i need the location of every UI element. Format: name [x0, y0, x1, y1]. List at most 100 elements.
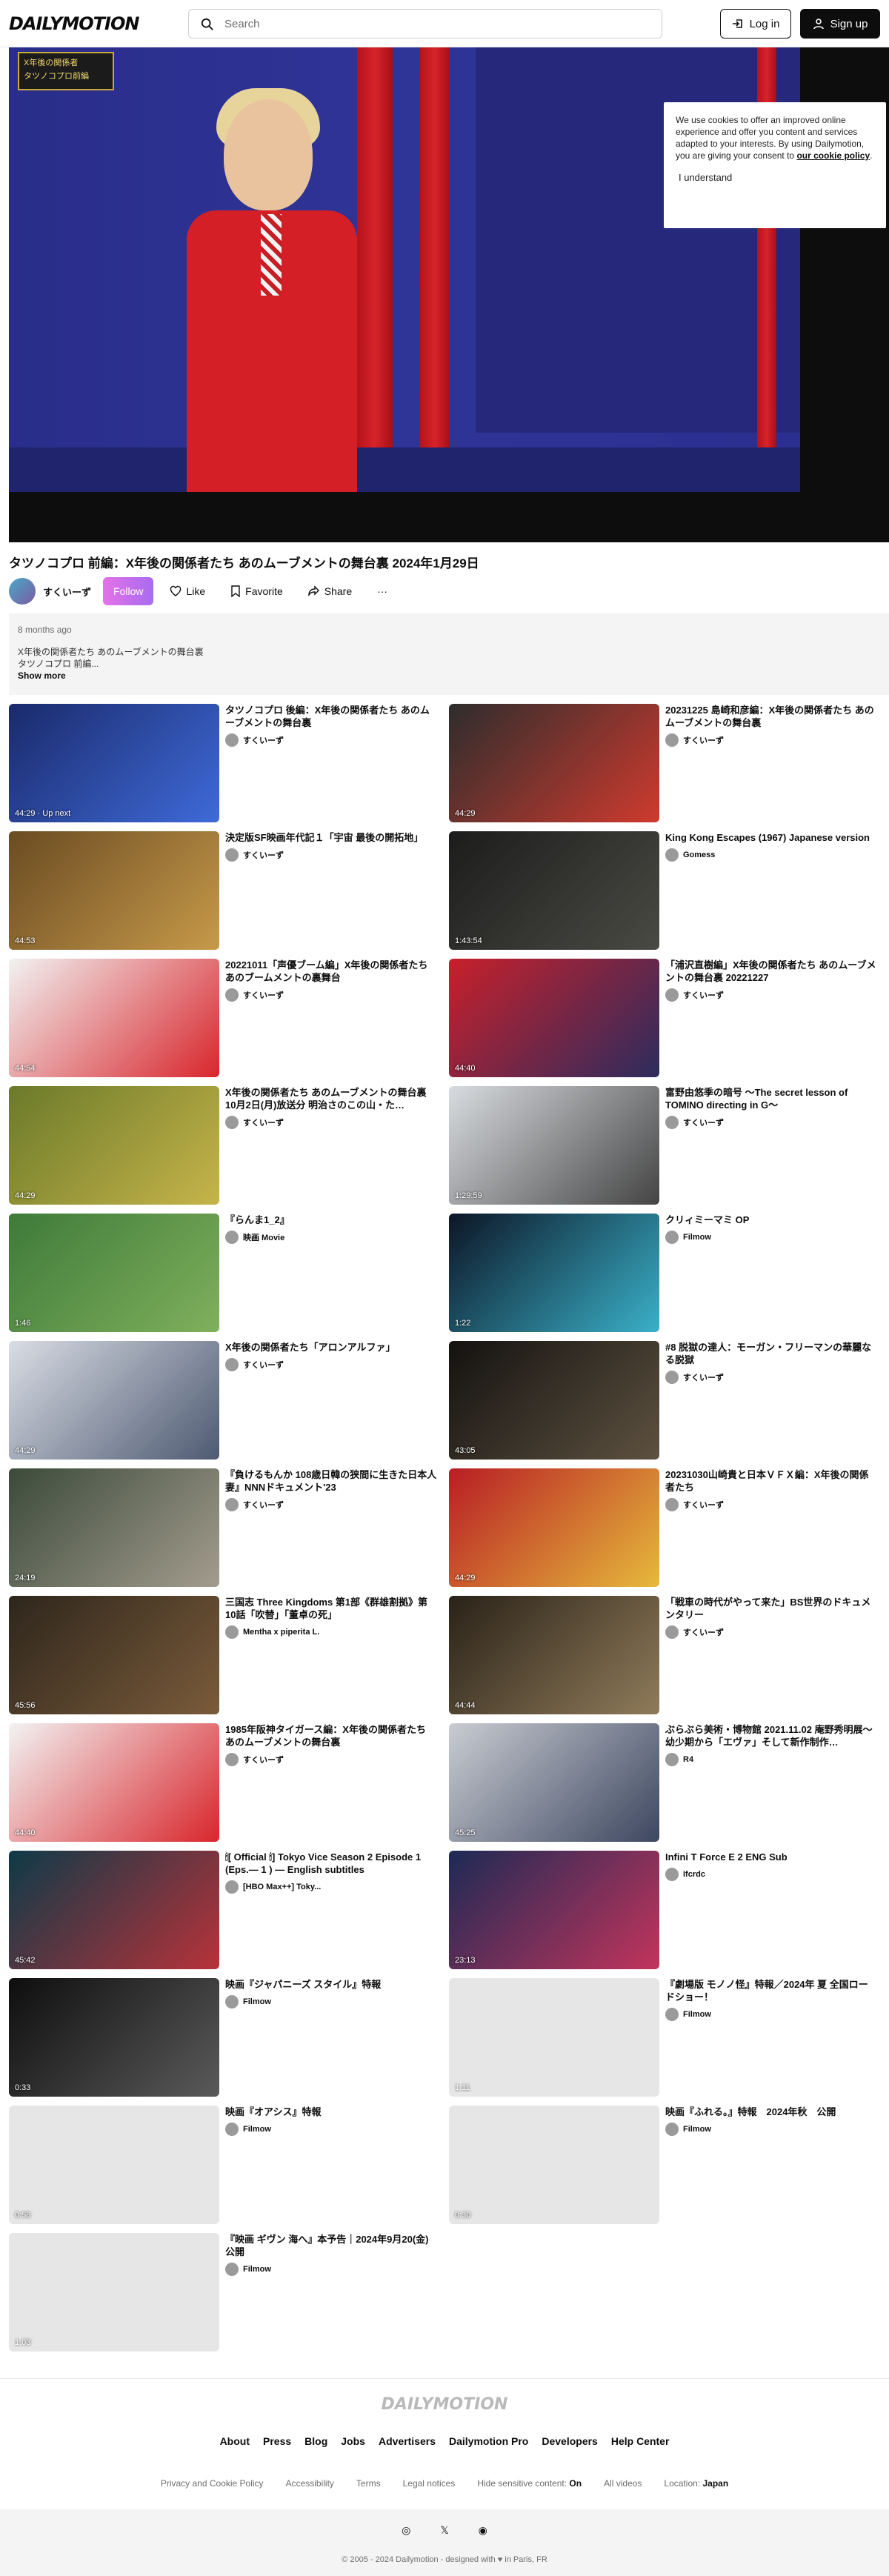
- video-card-title[interactable]: 三国志 Three Kingdoms 第1部《群雄割拠》第10話「吹替」「董卓の…: [225, 1596, 437, 1621]
- x-icon[interactable]: 𝕏: [440, 2524, 448, 2537]
- video-card-title[interactable]: 『映画 ギヴン 海へ』本予告｜2024年9月20(金)公開: [225, 2233, 437, 2258]
- video-card-title[interactable]: X年後の関係者たち「アロンアルファ」: [225, 1341, 437, 1354]
- video-owner[interactable]: Filmow: [225, 1995, 437, 2008]
- video-owner[interactable]: すくいーず: [665, 733, 877, 747]
- video-card[interactable]: 44:54 20221011「声優ブーム編」X年後の関係者たち あのブームメントの…: [9, 959, 440, 1077]
- video-thumbnail[interactable]: 44:29: [449, 704, 659, 822]
- accessibility-link[interactable]: Accessibility: [286, 2478, 334, 2489]
- privacy-link[interactable]: Privacy and Cookie Policy: [161, 2478, 264, 2489]
- footer-link-advertisers[interactable]: Advertisers: [379, 2435, 436, 2447]
- video-card-title[interactable]: 映画『オアシス』特報: [225, 2106, 437, 2118]
- footer-link-help[interactable]: Help Center: [611, 2435, 670, 2447]
- video-owner[interactable]: すくいーず: [225, 1358, 437, 1371]
- video-card[interactable]: 1:46 『らんま1_2』 映画 Movie: [9, 1214, 440, 1332]
- video-card[interactable]: 44:40 1985年阪神タイガース編：X年後の関係者たち あのムーブメントの舞台…: [9, 1723, 440, 1842]
- video-card[interactable]: 0:30 映画『ふれる。』特報 2024年秋 公開 Filmow: [449, 2106, 880, 2224]
- video-thumbnail[interactable]: 24:19: [9, 1468, 219, 1587]
- video-card[interactable]: 45:25 ぶらぶら美術・博物館 2021.11.02 庵野秀明展〜幼少期から「エ…: [449, 1723, 880, 1842]
- video-card-title[interactable]: 映画『ふれる。』特報 2024年秋 公開: [665, 2106, 877, 2118]
- video-card-title[interactable]: 20231225 島崎和彦編：X年後の関係者たち あのムーブメントの舞台裏: [665, 704, 877, 729]
- facebook-icon[interactable]: ◎: [402, 2524, 410, 2537]
- login-button[interactable]: Log in: [720, 9, 791, 39]
- video-card-title[interactable]: 『劇場版 モノノ怪』特報／2024年 夏 全国ロードショー！: [665, 1978, 877, 2003]
- video-thumbnail[interactable]: 44:53: [9, 831, 219, 950]
- video-card[interactable]: 1:29:59 富野由悠季の暗号 〜The secret lesson of TO…: [449, 1086, 880, 1205]
- video-thumbnail[interactable]: 23:13: [449, 1851, 659, 1969]
- video-card[interactable]: 1:11 『劇場版 モノノ怪』特報／2024年 夏 全国ロードショー！ Filmow: [449, 1978, 880, 2097]
- video-thumbnail[interactable]: 0:30: [449, 2106, 659, 2224]
- video-card-title[interactable]: Infini T Force E 2 ENG Sub: [665, 1851, 877, 1863]
- follow-button[interactable]: Follow: [103, 577, 154, 605]
- video-owner[interactable]: Ifcrdc: [665, 1868, 877, 1881]
- video-card[interactable]: 23:13 Infini T Force E 2 ENG Sub Ifcrdc: [449, 1851, 880, 1969]
- more-options-button[interactable]: ···: [368, 577, 396, 605]
- footer-logo[interactable]: DAILYMOTION: [0, 2395, 889, 2414]
- sensitive-content-toggle[interactable]: Hide sensitive content: On: [477, 2478, 582, 2489]
- footer-link-blog[interactable]: Blog: [304, 2435, 327, 2447]
- footer-link-pro[interactable]: Dailymotion Pro: [449, 2435, 528, 2447]
- cookie-policy-link[interactable]: our cookie policy: [796, 150, 870, 161]
- signup-button[interactable]: Sign up: [800, 9, 880, 39]
- video-card-title[interactable]: #8 脱獄の達人：モーガン・フリーマンの華麗なる脱獄: [665, 1341, 877, 1366]
- video-owner[interactable]: すくいーず: [225, 848, 437, 862]
- video-owner[interactable]: Mentha x piperita L.: [225, 1625, 437, 1639]
- legal-link[interactable]: Legal notices: [403, 2478, 456, 2489]
- video-thumbnail[interactable]: 1:22: [449, 1214, 659, 1332]
- video-thumbnail[interactable]: 1:46: [9, 1214, 219, 1332]
- video-thumbnail[interactable]: 1:03: [9, 2233, 219, 2352]
- video-card[interactable]: 45:42 🕯[ Official 🕯] Tokyo Vice Season 2 …: [9, 1851, 440, 1969]
- video-card[interactable]: 1:22 クリィミーマミ OP Filmow: [449, 1214, 880, 1332]
- video-card-title[interactable]: 富野由悠季の暗号 〜The secret lesson of TOMINO di…: [665, 1086, 877, 1111]
- channel-name[interactable]: すくいーず: [43, 585, 91, 599]
- video-card-title[interactable]: 20231030山崎貴と日本ＶＦＸ編：X年後の関係者たち: [665, 1468, 877, 1494]
- video-owner[interactable]: 映画 Movie: [225, 1231, 437, 1244]
- video-card[interactable]: 45:56 三国志 Three Kingdoms 第1部《群雄割拠》第10話「吹替…: [9, 1596, 440, 1714]
- video-thumbnail[interactable]: 44:54: [9, 959, 219, 1077]
- footer-link-developers[interactable]: Developers: [542, 2435, 597, 2447]
- video-owner[interactable]: すくいーず: [225, 1753, 437, 1766]
- video-thumbnail[interactable]: 45:25: [449, 1723, 659, 1842]
- video-thumbnail[interactable]: 44:44: [449, 1596, 659, 1714]
- video-card[interactable]: 44:29 20231030山崎貴と日本ＶＦＸ編：X年後の関係者たちすくいーず: [449, 1468, 880, 1587]
- video-card-title[interactable]: 決定版SF映画年代記１「宇宙 最後の開拓地」: [225, 831, 437, 844]
- video-card[interactable]: 24:19 『負けるもんか 108歳日韓の狭間に生きた日本人妻』NNNドキュメント…: [9, 1468, 440, 1587]
- video-card-title[interactable]: 『らんま1_2』: [225, 1214, 437, 1226]
- video-owner[interactable]: すくいーず: [665, 988, 877, 1002]
- video-card-title[interactable]: 「戦車の時代がやって来た」BS世界のドキュメンタリー: [665, 1596, 877, 1621]
- video-card[interactable]: 43:05 #8 脱獄の達人：モーガン・フリーマンの華麗なる脱獄すくいーず: [449, 1341, 880, 1460]
- video-card[interactable]: 1:43:54 King Kong Escapes (1967) Japanese…: [449, 831, 880, 950]
- video-owner[interactable]: すくいーず: [225, 1116, 437, 1129]
- video-card[interactable]: 0:58 映画『オアシス』特報 Filmow: [9, 2106, 440, 2224]
- video-owner[interactable]: すくいーず: [225, 1498, 437, 1511]
- instagram-icon[interactable]: ◉: [479, 2524, 487, 2537]
- search-box[interactable]: Search: [188, 9, 662, 39]
- video-thumbnail[interactable]: 44:29: [449, 1468, 659, 1587]
- location-selector[interactable]: Location: Japan: [664, 2478, 728, 2489]
- video-card[interactable]: 1:03 『映画 ギヴン 海へ』本予告｜2024年9月20(金)公開 Filmow: [9, 2233, 440, 2352]
- video-owner[interactable]: すくいーず: [225, 988, 437, 1002]
- video-card-title[interactable]: 映画『ジャパニーズ スタイル』特報: [225, 1978, 437, 1991]
- favorite-button[interactable]: Favorite: [222, 577, 292, 605]
- video-thumbnail[interactable]: 45:56: [9, 1596, 219, 1714]
- video-owner[interactable]: Gomess: [665, 848, 877, 862]
- video-card-title[interactable]: King Kong Escapes (1967) Japanese versio…: [665, 831, 877, 844]
- video-owner[interactable]: すくいーず: [665, 1371, 877, 1384]
- video-card[interactable]: 44:44 「戦車の時代がやって来た」BS世界のドキュメンタリー すくいーず: [449, 1596, 880, 1714]
- video-owner[interactable]: すくいーず: [665, 1498, 877, 1511]
- footer-link-press[interactable]: Press: [263, 2435, 291, 2447]
- video-card[interactable]: 44:29 20231225 島崎和彦編：X年後の関係者たち あのムーブメントの舞…: [449, 704, 880, 822]
- video-card-title[interactable]: 1985年阪神タイガース編：X年後の関係者たち あのムーブメントの舞台裏: [225, 1723, 437, 1748]
- video-thumbnail[interactable]: 1:29:59: [449, 1086, 659, 1205]
- video-owner[interactable]: すくいーず: [665, 1116, 877, 1129]
- video-thumbnail[interactable]: 43:05: [449, 1341, 659, 1460]
- video-card[interactable]: 44:29 · Up next タツノコプロ 後編：X年後の関係者たち あのムーブ…: [9, 704, 440, 822]
- video-owner[interactable]: Filmow: [225, 2123, 437, 2136]
- video-thumbnail[interactable]: 44:40: [449, 959, 659, 1077]
- video-owner[interactable]: Filmow: [665, 2008, 877, 2021]
- video-card-title[interactable]: 🕯[ Official 🕯] Tokyo Vice Season 2 Episo…: [225, 1851, 437, 1876]
- terms-link[interactable]: Terms: [356, 2478, 381, 2489]
- show-more-link[interactable]: Show more: [18, 670, 880, 682]
- share-button[interactable]: Share: [299, 577, 361, 605]
- video-owner[interactable]: すくいーず: [225, 733, 437, 747]
- video-thumbnail[interactable]: 44:29: [9, 1086, 219, 1205]
